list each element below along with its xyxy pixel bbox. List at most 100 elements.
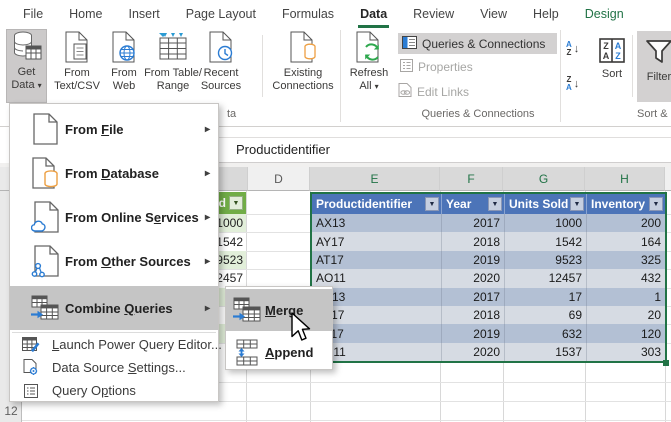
cell[interactable]: 2020 <box>442 343 505 361</box>
table-header-year[interactable]: Year▼ <box>442 194 505 214</box>
sort-ascending-button[interactable]: AZ ↓ <box>566 41 579 58</box>
cell[interactable]: 2020 <box>442 269 505 287</box>
submenu-arrow-icon: ▸ <box>205 212 210 223</box>
menu-item-combine-queries[interactable]: Combine Queries ▸ <box>10 286 218 330</box>
menu-item-from-online-services[interactable]: From Online Services ▸ <box>10 195 218 239</box>
cell[interactable]: 2018 <box>442 306 505 324</box>
filter-funnel-icon <box>645 33 671 71</box>
recent-sources-icon <box>208 31 234 67</box>
cell[interactable]: AX13 <box>312 214 442 232</box>
recent-sources-button[interactable]: Recent Sources <box>198 31 244 94</box>
tab-home[interactable]: Home <box>56 0 115 28</box>
table-header-productidentifier[interactable]: Productidentifier▼ <box>312 194 442 214</box>
cell[interactable]: 2017 <box>442 288 505 306</box>
cell[interactable]: 432 <box>587 269 665 287</box>
table-row: AX13 2017 1000 200 <box>312 214 665 232</box>
menu-item-launch-power-query-editor[interactable]: Launch Power Query Editor... <box>10 333 218 356</box>
cell[interactable]: 17 <box>505 288 587 306</box>
table-row: AY17 2018 69 20 <box>312 306 665 324</box>
tab-page-layout[interactable]: Page Layout <box>173 0 269 28</box>
svg-text:A: A <box>615 41 622 51</box>
get-data-button[interactable]: Get Data ▾ <box>6 29 47 103</box>
from-web-button[interactable]: From Web <box>104 31 144 94</box>
down-arrow-icon: ↓ <box>574 78 580 90</box>
cell[interactable]: 325 <box>587 251 665 269</box>
cell[interactable]: 69 <box>505 306 587 324</box>
cell[interactable]: 2018 <box>442 232 505 250</box>
column-header-g[interactable]: G <box>503 167 585 191</box>
tab-insert[interactable]: Insert <box>116 0 173 28</box>
power-query-editor-icon <box>21 337 41 353</box>
filter-dropdown-icon[interactable]: ▼ <box>425 197 439 211</box>
existing-connections-button[interactable]: Existing Connections <box>268 31 338 94</box>
edit-links-button[interactable]: Edit Links <box>398 83 469 100</box>
submenu-arrow-icon: ▸ <box>205 168 210 179</box>
sort-descending-button[interactable]: ZA ↓ <box>566 76 579 93</box>
refresh-all-button[interactable]: Refresh All ▾ <box>346 31 392 94</box>
cell[interactable]: AY17 <box>312 232 442 250</box>
column-header-h[interactable]: H <box>585 167 665 191</box>
svg-text:Z: Z <box>615 51 621 61</box>
cell[interactable]: 120 <box>587 324 665 342</box>
row-header-12[interactable]: 12 <box>0 402 22 420</box>
group-separator <box>340 30 341 122</box>
cell[interactable]: 20 <box>587 306 665 324</box>
cell[interactable]: 9523 <box>505 251 587 269</box>
cell[interactable]: 632 <box>505 324 587 342</box>
tab-file[interactable]: File <box>10 0 56 28</box>
table-header-inventory[interactable]: Inventory▼ <box>587 194 665 214</box>
queries-connections-toggle[interactable]: Queries & Connections <box>398 33 557 54</box>
cell[interactable]: 303 <box>587 343 665 361</box>
cell[interactable]: 2019 <box>442 251 505 269</box>
column-header-i-sliver <box>665 167 671 191</box>
cell[interactable]: AT17 <box>312 251 442 269</box>
cell[interactable]: 1 <box>587 288 665 306</box>
properties-button[interactable]: Properties <box>400 59 473 75</box>
cell[interactable]: 1000 <box>505 214 587 232</box>
filter-dropdown-icon[interactable]: ▼ <box>570 197 584 211</box>
cell[interactable]: AO11 <box>312 269 442 287</box>
sort-button[interactable]: Z A A Z Sort <box>594 38 630 81</box>
tab-view[interactable]: View <box>467 0 520 28</box>
mouse-cursor <box>290 312 314 349</box>
data-table[interactable]: Productidentifier▼ Year▼ Units Sold▼ Inv… <box>310 192 667 363</box>
column-header-c-sliver[interactable] <box>219 167 248 191</box>
filter-dropdown-icon[interactable]: ▼ <box>229 196 243 210</box>
submenu-item-merge[interactable]: Merge <box>226 289 332 331</box>
cell[interactable]: 1542 <box>505 232 587 250</box>
from-table-range-button[interactable]: From Table/ Range <box>144 31 202 94</box>
ribbon-tab-bar: File Home Insert Page Layout Formulas Da… <box>0 0 671 28</box>
cell[interactable]: 164 <box>587 232 665 250</box>
cell[interactable]: 1537 <box>505 343 587 361</box>
filter-dropdown-icon[interactable]: ▼ <box>649 197 663 211</box>
svg-text:A: A <box>603 51 610 61</box>
table-header-units-sold[interactable]: Units Sold▼ <box>505 194 587 214</box>
column-header-e[interactable]: E <box>310 167 440 191</box>
tab-design[interactable]: Design <box>572 0 637 28</box>
dropdown-caret-icon: ▾ <box>375 82 379 91</box>
menu-item-data-source-settings[interactable]: Data Source Settings... <box>10 356 218 379</box>
menu-item-from-other-sources[interactable]: From Other Sources ▸ <box>10 239 218 283</box>
table-row: AO11 2020 12457 432 <box>312 269 665 287</box>
from-text-csv-button[interactable]: From Text/CSV <box>52 31 102 94</box>
column-header-f[interactable]: F <box>440 167 503 191</box>
menu-item-query-options[interactable]: Query Options <box>10 379 218 402</box>
menu-item-from-database[interactable]: From Database ▸ <box>10 151 218 195</box>
table-resize-handle[interactable] <box>663 360 669 366</box>
column-header-d[interactable]: D <box>248 167 310 191</box>
cell[interactable]: 2017 <box>442 214 505 232</box>
submenu-arrow-icon: ▸ <box>205 256 210 267</box>
tab-review[interactable]: Review <box>400 0 467 28</box>
submenu-item-append[interactable]: Append <box>226 331 332 373</box>
filter-button[interactable]: Filter <box>637 31 671 102</box>
menu-item-from-file[interactable]: From File ▸ <box>10 107 218 151</box>
cell[interactable]: 12457 <box>505 269 587 287</box>
cell[interactable]: 2019 <box>442 324 505 342</box>
tab-data[interactable]: Data <box>347 0 400 28</box>
tab-help[interactable]: Help <box>520 0 572 28</box>
filter-dropdown-icon[interactable]: ▼ <box>488 197 502 211</box>
table-row: AT17 2019 9523 325 <box>312 251 665 269</box>
formula-input[interactable]: Productidentifier <box>236 137 330 163</box>
cell[interactable]: 200 <box>587 214 665 232</box>
tab-formulas[interactable]: Formulas <box>269 0 347 28</box>
